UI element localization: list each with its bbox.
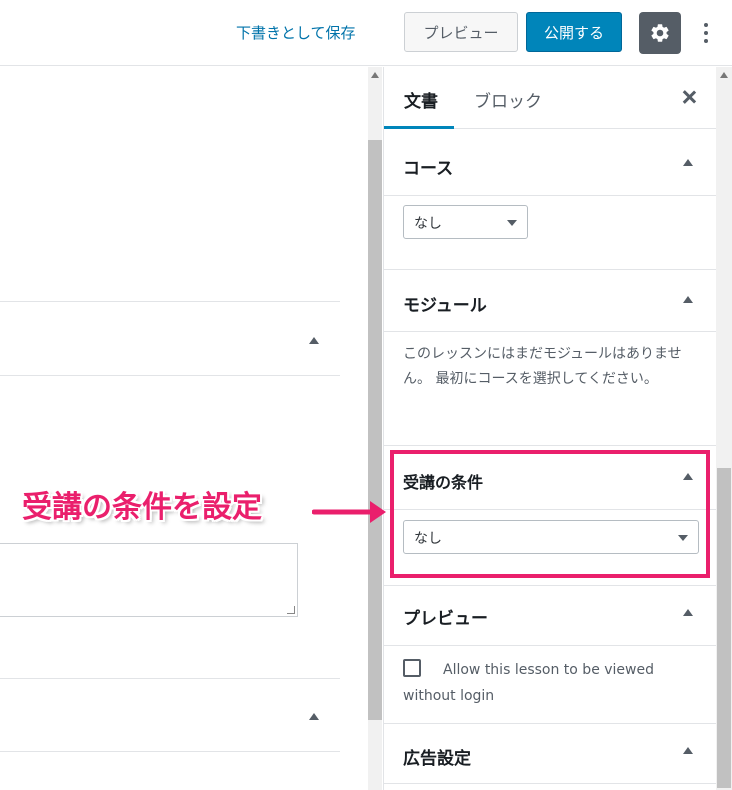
panel-collapse-icon[interactable] [309, 713, 319, 720]
editor-header: 下書きとして保存 プレビュー 公開する [0, 0, 732, 66]
active-tab-indicator [384, 126, 454, 129]
sidebar-scrollbar-thumb[interactable] [717, 468, 731, 788]
annotation-arrow-icon [312, 501, 386, 523]
panel-divider [384, 331, 716, 332]
gear-icon [651, 24, 669, 42]
panel-divider [384, 645, 716, 646]
panel-title-ads[interactable]: 広告設定 [403, 744, 471, 769]
settings-button[interactable] [639, 12, 681, 54]
settings-sidebar: 文書 ブロック コース なし モジュール このレッスンにはまだモジュールはありま… [383, 67, 716, 790]
collapse-arrow-icon[interactable] [683, 159, 693, 166]
collapse-arrow-icon[interactable] [683, 473, 693, 480]
panel-title-module[interactable]: モジュール [403, 291, 487, 316]
editor-divider [0, 301, 340, 302]
close-icon[interactable] [680, 89, 698, 107]
panel-divider [384, 269, 716, 270]
preview-button[interactable]: プレビュー [404, 12, 518, 52]
dropdown-caret-icon [507, 220, 517, 226]
scroll-up-arrow-icon[interactable] [371, 72, 379, 78]
scroll-up-arrow-icon[interactable] [720, 72, 728, 78]
course-select[interactable]: なし [403, 205, 528, 239]
publish-button[interactable]: 公開する [526, 12, 622, 52]
editor-canvas [0, 67, 368, 790]
resize-handle-icon[interactable] [287, 606, 295, 614]
panel-title-course[interactable]: コース [403, 154, 453, 179]
collapse-arrow-icon[interactable] [683, 296, 693, 303]
module-empty-message: このレッスンにはまだモジュールはありません。 最初にコースを選択してください。 [403, 346, 682, 387]
more-options-button[interactable] [694, 14, 718, 52]
collapse-arrow-icon[interactable] [683, 609, 693, 616]
panel-divider [384, 445, 716, 446]
editor-divider [0, 375, 340, 376]
collapse-arrow-icon[interactable] [683, 747, 693, 754]
panel-divider [384, 509, 716, 510]
annotation-label: 受講の条件を設定 [22, 490, 262, 525]
preview-checkbox-label[interactable]: Allow this lesson to be viewed without l… [403, 657, 703, 709]
course-select-value: なし [414, 216, 442, 232]
save-draft-link[interactable]: 下書きとして保存 [236, 22, 356, 43]
prerequisite-select[interactable]: なし [403, 520, 699, 554]
meta-textarea[interactable] [0, 543, 298, 617]
sidebar-tabs: 文書 ブロック [384, 67, 716, 129]
editor-scrollbar-thumb[interactable] [368, 140, 382, 720]
allow-preview-checkbox[interactable] [403, 659, 421, 677]
panel-divider [384, 195, 716, 196]
prerequisite-select-value: なし [414, 531, 442, 547]
vertical-ellipsis-icon [704, 23, 708, 27]
panel-divider [384, 723, 716, 724]
panel-divider [384, 783, 716, 784]
panel-title-preview[interactable]: プレビュー [403, 604, 488, 629]
tab-document[interactable]: 文書 [404, 87, 438, 112]
editor-divider [0, 678, 340, 679]
panel-collapse-icon[interactable] [309, 337, 319, 344]
panel-title-prerequisite[interactable]: 受講の条件 [403, 469, 483, 493]
editor-divider [0, 751, 340, 752]
tab-block[interactable]: ブロック [474, 87, 542, 112]
panel-divider [384, 585, 716, 586]
dropdown-caret-icon [678, 535, 688, 541]
